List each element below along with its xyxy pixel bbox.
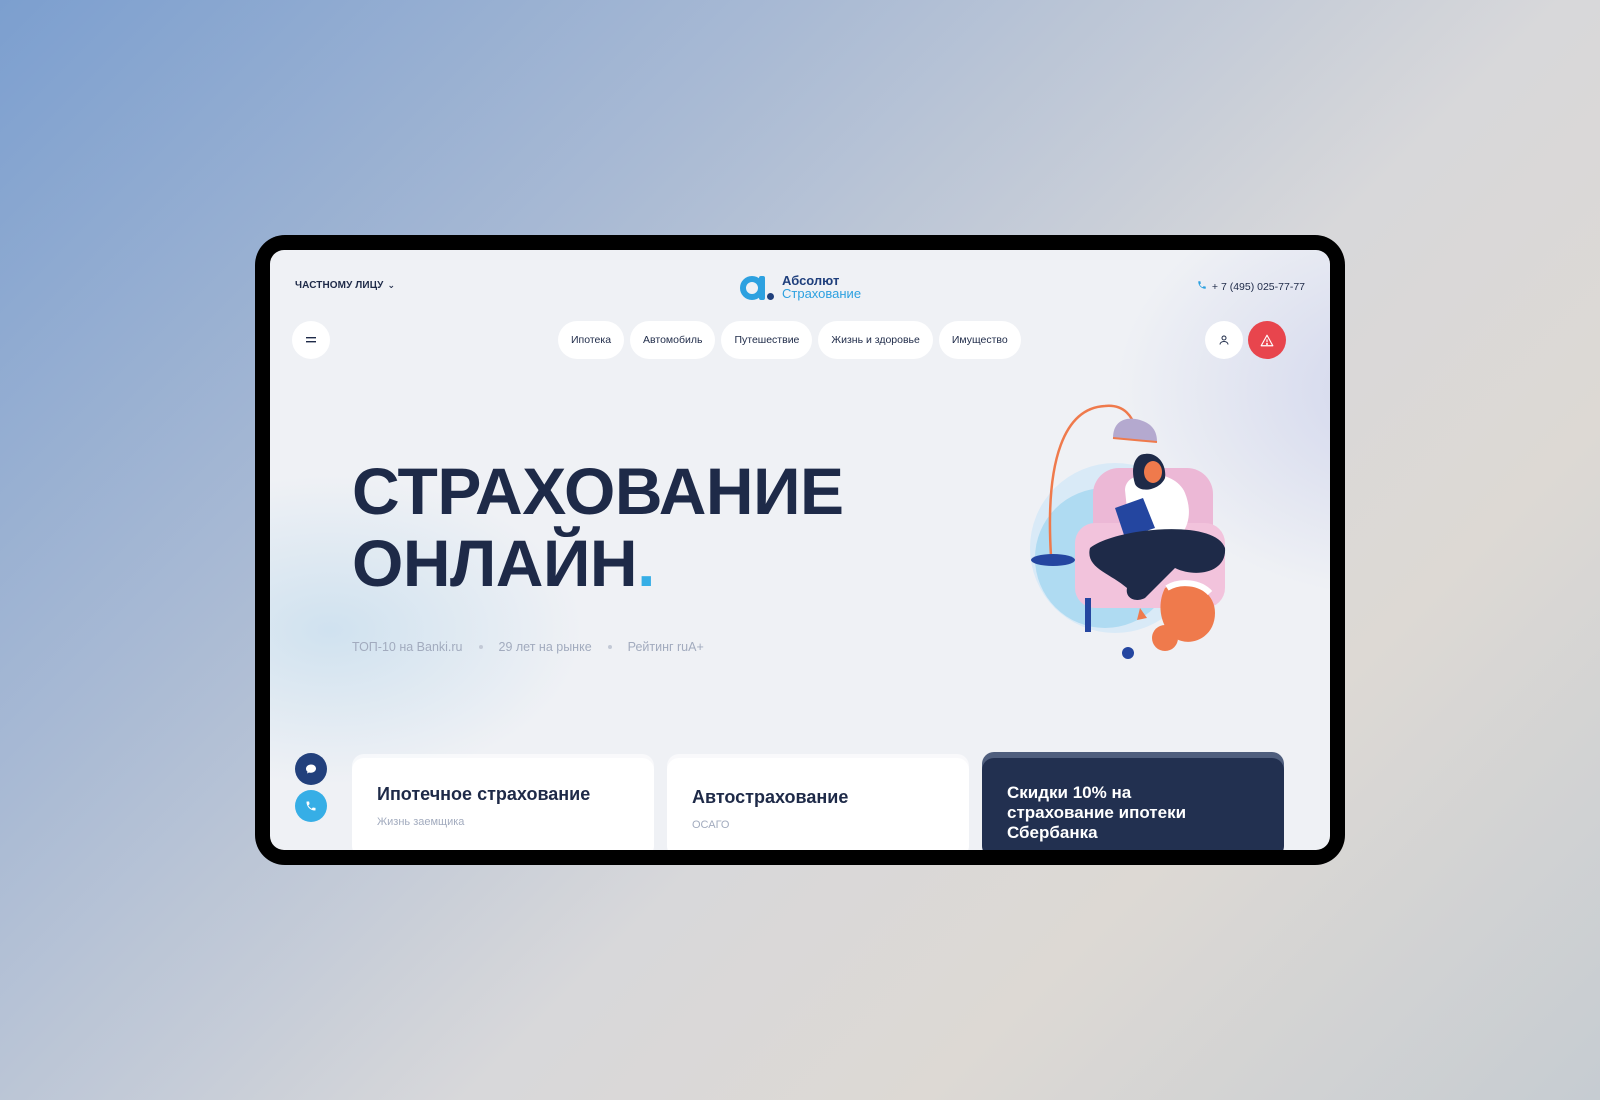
logo-mark-icon bbox=[740, 272, 774, 302]
promo-title: Скидки 10% на страхование ипотеки Сберба… bbox=[1007, 783, 1187, 842]
hero-illustration bbox=[1030, 404, 1226, 659]
insured-event-button[interactable] bbox=[1248, 321, 1286, 359]
menu-button[interactable] bbox=[292, 321, 330, 359]
chat-button[interactable] bbox=[295, 753, 327, 785]
client-type-label: ЧАСТНОМУ ЛИЦУ bbox=[295, 280, 384, 291]
card-subtitle: Жизнь заемщика bbox=[377, 816, 465, 828]
chevron-down-icon: ⌄ bbox=[387, 280, 396, 290]
fact-item: Рейтинг ruA+ bbox=[627, 640, 704, 654]
product-card-auto[interactable]: Автострахование ОСАГО bbox=[667, 758, 969, 850]
user-icon bbox=[1219, 335, 1229, 345]
chat-bubble-icon bbox=[306, 764, 316, 774]
card-title: Ипотечное страхование bbox=[377, 784, 591, 804]
nav-item-mortgage[interactable]: Ипотека bbox=[558, 321, 625, 359]
fact-item: 29 лет на рынке bbox=[498, 640, 592, 654]
call-button[interactable] bbox=[295, 790, 327, 822]
fact-separator bbox=[478, 645, 483, 649]
fact-separator bbox=[607, 645, 612, 649]
nav-item-life-health[interactable]: Жизнь и здоровье bbox=[818, 321, 933, 359]
top-bar: ЧАСТНОМУ ЛИЦУ ⌄ Абсолют Страхование + 7 … bbox=[270, 250, 1330, 320]
card-title: Автострахование bbox=[692, 787, 849, 807]
hero-facts: ТОП-10 на Banki.ru 29 лет на рынке Рейти… bbox=[352, 640, 704, 654]
phone-number: + 7 (495) 025-77-77 bbox=[1211, 280, 1305, 293]
website-screen: ЧАСТНОМУ ЛИЦУ ⌄ Абсолют Страхование + 7 … bbox=[270, 250, 1330, 850]
phone-icon bbox=[1197, 280, 1207, 293]
phone-link[interactable]: + 7 (495) 025-77-77 bbox=[1197, 280, 1305, 293]
hero-title-dot: . bbox=[637, 526, 655, 600]
product-card-mortgage[interactable]: Ипотечное страхование Жизнь заемщика bbox=[352, 758, 654, 850]
fact-item: ТОП-10 на Banki.ru bbox=[352, 640, 463, 654]
logo[interactable]: Абсолют Страхование bbox=[740, 272, 861, 302]
hero-title-line2: ОНЛАЙН bbox=[352, 526, 638, 600]
device-frame: ЧАСТНОМУ ЛИЦУ ⌄ Абсолют Страхование + 7 … bbox=[255, 235, 1345, 865]
nav-item-property[interactable]: Имущество bbox=[938, 321, 1021, 359]
promo-card-sberbank[interactable]: Скидки 10% на страхование ипотеки Сберба… bbox=[982, 758, 1284, 850]
nav-item-travel[interactable]: Путешествие bbox=[721, 321, 813, 359]
account-button[interactable] bbox=[1205, 321, 1243, 359]
nav-item-auto[interactable]: Автомобиль bbox=[630, 321, 716, 359]
menu-icon bbox=[306, 337, 316, 343]
phone-icon bbox=[306, 801, 316, 811]
logo-line2: Страхование bbox=[782, 286, 862, 301]
client-type-dropdown[interactable]: ЧАСТНОМУ ЛИЦУ ⌄ bbox=[295, 280, 395, 291]
card-subtitle: ОСАГО bbox=[692, 819, 730, 831]
main-nav: Ипотека Автомобиль Путешествие Жизнь и з… bbox=[558, 321, 1021, 359]
hero-title-line1: СТРАХОВАНИЕ bbox=[352, 454, 844, 528]
warning-icon bbox=[1260, 334, 1274, 346]
hero-title: СТРАХОВАНИЕ ОНЛАЙН. bbox=[352, 455, 844, 599]
